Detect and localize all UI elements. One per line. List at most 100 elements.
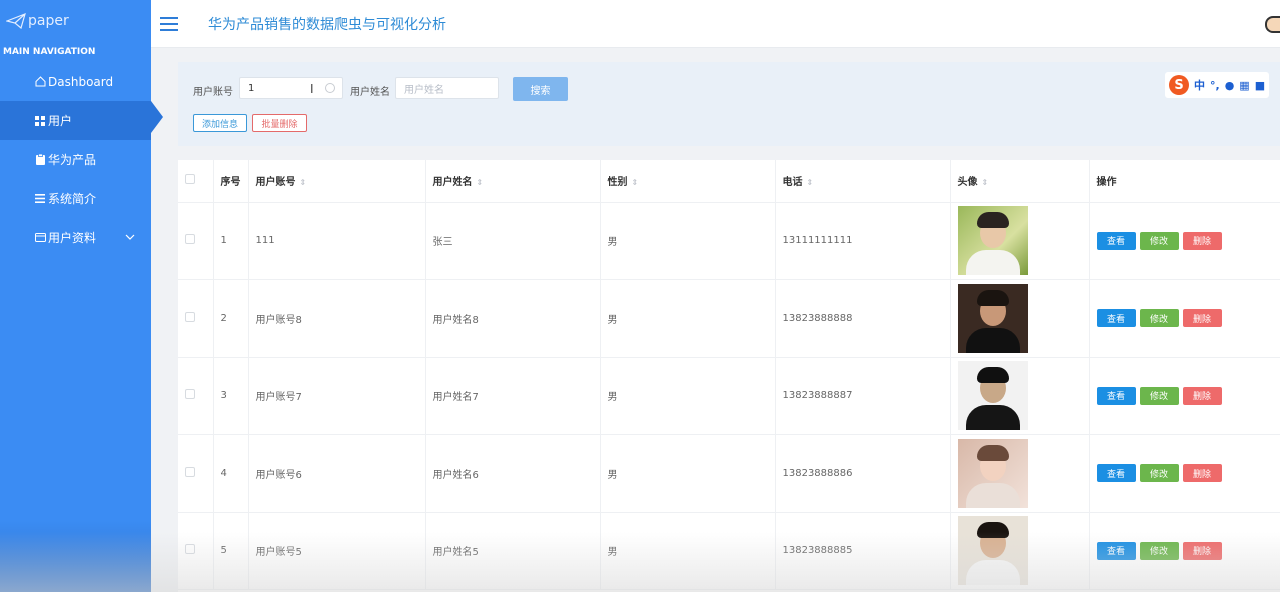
ime-mode-label[interactable]: 中 — [1194, 77, 1205, 93]
user-avatar[interactable] — [1265, 16, 1280, 33]
microphone-icon[interactable]: ● — [1225, 79, 1235, 92]
folder-icon — [34, 233, 46, 242]
edit-button[interactable]: 修改 — [1139, 231, 1179, 250]
cell-name: 张三 — [425, 202, 601, 280]
table-header-row: 序号 用户账号 ⇕ 用户姓名 ⇕ 性别 ⇕ 电话 ⇕ 头像 ⇕ 操作 — [178, 160, 1280, 203]
table-row: 5 用户账号5 用户姓名5 男 13823888885 查看 修改 删除 — [178, 512, 1280, 590]
avatar-image[interactable] — [957, 206, 1028, 276]
cell-gender: 男 — [600, 512, 776, 590]
logo[interactable]: paper — [0, 0, 151, 42]
column-header-avatar[interactable]: 头像 ⇕ — [950, 160, 1090, 203]
cell-name: 用户姓名8 — [425, 279, 601, 358]
sort-icon[interactable]: ⇕ — [477, 178, 484, 187]
avatar-image[interactable] — [957, 438, 1028, 508]
nav-section-title: MAIN NAVIGATION — [3, 47, 96, 57]
cell-phone: 13823888887 — [775, 357, 951, 435]
sogou-icon[interactable]: S — [1169, 75, 1189, 95]
keyboard-icon[interactable]: ▦ — [1239, 79, 1249, 92]
edit-button[interactable]: 修改 — [1139, 309, 1179, 328]
sort-icon[interactable]: ⇕ — [632, 178, 639, 187]
sidebar-item-dashboard[interactable]: Dashboard — [0, 62, 151, 101]
cell-index: 1 — [213, 202, 249, 280]
table-row: 4 用户账号6 用户姓名6 男 13823888886 查看 修改 删除 — [178, 434, 1280, 513]
table-row: 1 111 张三 男 13111111111 查看 修改 删除 — [178, 202, 1280, 280]
name-label: 用户姓名 — [350, 87, 390, 98]
ime-toolbar[interactable]: S 中 °, ● ▦ ■ — [1165, 72, 1270, 98]
sidebar-item-label: 用户资料 — [48, 231, 97, 245]
delete-button[interactable]: 删除 — [1182, 541, 1222, 560]
column-header-index: 序号 — [213, 160, 249, 203]
cell-index: 5 — [213, 512, 249, 590]
row-checkbox[interactable] — [185, 389, 195, 400]
view-button[interactable]: 查看 — [1096, 309, 1136, 328]
cell-index: 2 — [213, 279, 249, 358]
table-row: 2 用户账号8 用户姓名8 男 13823888888 查看 修改 删除 — [178, 279, 1280, 358]
view-button[interactable]: 查看 — [1096, 386, 1136, 405]
cell-account: 用户账号5 — [248, 512, 426, 590]
sidebar-item-users[interactable]: 用户 — [0, 101, 163, 140]
cell-account: 用户账号7 — [248, 357, 426, 435]
column-header-phone[interactable]: 电话 ⇕ — [775, 160, 951, 203]
delete-button[interactable]: 删除 — [1182, 464, 1222, 483]
avatar-image[interactable] — [957, 283, 1028, 353]
account-search-input[interactable]: 1 I — [239, 77, 343, 99]
sort-icon[interactable]: ⇕ — [982, 178, 989, 187]
edit-button[interactable]: 修改 — [1139, 464, 1179, 483]
sidebar-item-label: Dashboard — [48, 74, 114, 89]
edit-button[interactable]: 修改 — [1139, 386, 1179, 405]
sidebar-item-label: 系统简介 — [48, 192, 97, 206]
cell-phone: 13823888888 — [775, 279, 951, 358]
cell-gender: 男 — [600, 279, 776, 358]
sidebar-item-label: 用户 — [48, 114, 73, 128]
punctuation-icon[interactable]: °, — [1210, 79, 1220, 92]
column-header-account[interactable]: 用户账号 ⇕ — [248, 160, 426, 203]
chevron-down-icon[interactable] — [125, 232, 135, 243]
text-cursor-icon: I — [310, 82, 314, 96]
avatar-image[interactable] — [957, 361, 1028, 431]
column-header-gender[interactable]: 性别 ⇕ — [600, 160, 776, 203]
home-icon — [34, 76, 46, 87]
account-label: 用户账号 — [193, 87, 233, 98]
table-row: 3 用户账号7 用户姓名7 男 13823888887 查看 修改 删除 — [178, 357, 1280, 435]
grid-icon — [34, 115, 46, 126]
cell-index: 3 — [213, 357, 249, 435]
cell-account: 用户账号8 — [248, 279, 426, 358]
delete-button[interactable]: 删除 — [1182, 386, 1222, 405]
select-all-checkbox[interactable] — [185, 174, 195, 185]
menu-toggle-icon[interactable] — [160, 16, 178, 31]
delete-button[interactable]: 删除 — [1182, 231, 1222, 250]
edit-button[interactable]: 修改 — [1139, 541, 1179, 560]
avatar-image[interactable] — [957, 516, 1028, 586]
view-button[interactable]: 查看 — [1096, 541, 1136, 560]
clear-icon[interactable] — [325, 83, 335, 93]
delete-button[interactable]: 删除 — [1182, 309, 1222, 328]
clipboard-icon — [34, 154, 46, 165]
sidebar-item-system-intro[interactable]: 系统简介 — [0, 179, 151, 218]
cell-phone: 13111111111 — [775, 202, 951, 280]
cell-account: 用户账号6 — [248, 434, 426, 513]
logo-text: paper — [28, 13, 69, 29]
column-header-name[interactable]: 用户姓名 ⇕ — [425, 160, 601, 203]
cell-gender: 男 — [600, 202, 776, 280]
row-checkbox[interactable] — [185, 234, 195, 245]
row-checkbox[interactable] — [185, 466, 195, 477]
cell-phone: 13823888885 — [775, 512, 951, 590]
cell-account: 111 — [248, 202, 426, 280]
add-info-button[interactable]: 添加信息 — [193, 114, 247, 132]
sort-icon[interactable]: ⇕ — [300, 178, 307, 187]
batch-delete-button[interactable]: 批量删除 — [252, 114, 307, 132]
search-panel: 用户账号 1 I 用户姓名 用户姓名 搜索 添加信息 批量删除 S 中 °, ●… — [178, 62, 1280, 146]
row-checkbox[interactable] — [185, 544, 195, 555]
cell-name: 用户姓名7 — [425, 357, 601, 435]
sidebar-item-user-profile[interactable]: 用户资料 — [0, 218, 151, 257]
view-button[interactable]: 查看 — [1096, 464, 1136, 483]
column-header-actions: 操作 — [1089, 160, 1280, 203]
search-button[interactable]: 搜索 — [513, 77, 568, 101]
name-search-input[interactable]: 用户姓名 — [395, 77, 499, 99]
sidebar-item-huawei-products[interactable]: 华为产品 — [0, 140, 151, 179]
row-checkbox[interactable] — [185, 311, 195, 322]
sort-icon[interactable]: ⇕ — [807, 178, 814, 187]
view-button[interactable]: 查看 — [1096, 231, 1136, 250]
skin-icon[interactable]: ■ — [1255, 79, 1265, 92]
top-header: 华为产品销售的数据爬虫与可视化分析 — [151, 0, 1280, 48]
